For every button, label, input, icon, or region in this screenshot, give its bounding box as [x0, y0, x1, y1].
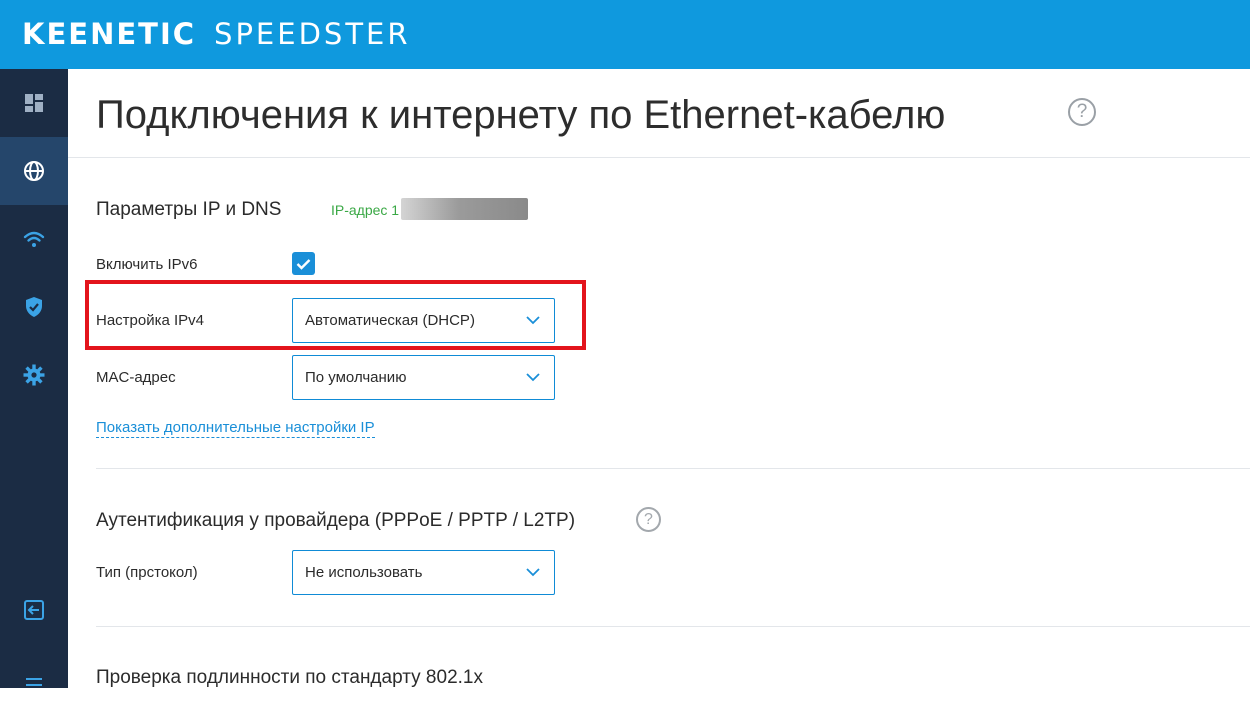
section-title-8021x: Проверка подлинности по стандарту 802.1x [96, 667, 483, 688]
section-divider [96, 626, 1250, 627]
sidebar [0, 69, 68, 688]
sidebar-item-logout[interactable] [0, 576, 68, 644]
show-more-ip-settings-link[interactable]: Показать дополнительные настройки IP [96, 419, 375, 438]
sidebar-item-security[interactable] [0, 273, 68, 341]
sidebar-item-settings[interactable] [0, 341, 68, 409]
dashboard-icon [25, 94, 43, 112]
mac-address-value: По умолчанию [305, 369, 407, 386]
top-bar: KEENETIC SPEEDSTER [0, 0, 1250, 69]
ipv6-checkbox[interactable] [292, 252, 315, 275]
brand-name: KEENETIC [22, 17, 197, 51]
protocol-type-label: Тип (прстокол) [96, 564, 198, 581]
brand-model: SPEEDSTER [214, 17, 411, 51]
highlight-frame [85, 280, 586, 350]
section-title-ip-dns: Параметры IP и DNS [96, 199, 282, 220]
protocol-type-value: Не использовать [305, 564, 423, 581]
page-header: Подключения к интернету по Ethernet-кабе… [68, 69, 1250, 158]
section-title-auth: Аутентификация у провайдера (PPPoE / PPT… [96, 510, 576, 531]
page-title: Подключения к интернету по Ethernet-кабе… [96, 93, 946, 137]
chevron-down-icon [526, 568, 540, 577]
help-icon[interactable]: ? [636, 507, 661, 532]
ipv6-label: Включить IPv6 [96, 256, 198, 273]
sidebar-item-menu[interactable] [0, 649, 68, 717]
chevron-down-icon [526, 373, 540, 382]
sidebar-item-dashboard[interactable] [0, 69, 68, 137]
menu-icon [26, 678, 42, 686]
mac-label: MAC-адрес [96, 369, 176, 386]
sidebar-item-wifi[interactable] [0, 205, 68, 273]
globe-icon [24, 161, 44, 181]
brand-logo[interactable]: KEENETIC SPEEDSTER [22, 17, 411, 51]
logout-icon [24, 600, 44, 620]
protocol-type-select[interactable]: Не использовать [292, 550, 555, 595]
ip-address-redacted [401, 198, 528, 220]
gear-icon [23, 364, 45, 386]
section-divider [96, 468, 1250, 469]
shield-icon [26, 297, 42, 317]
mac-address-select[interactable]: По умолчанию [292, 355, 555, 400]
help-icon[interactable]: ? [1068, 98, 1096, 126]
ip-address-label: IP-адрес 1 [331, 202, 400, 218]
check-icon [296, 258, 311, 270]
wifi-icon [23, 231, 45, 247]
sidebar-item-internet[interactable] [0, 137, 68, 205]
